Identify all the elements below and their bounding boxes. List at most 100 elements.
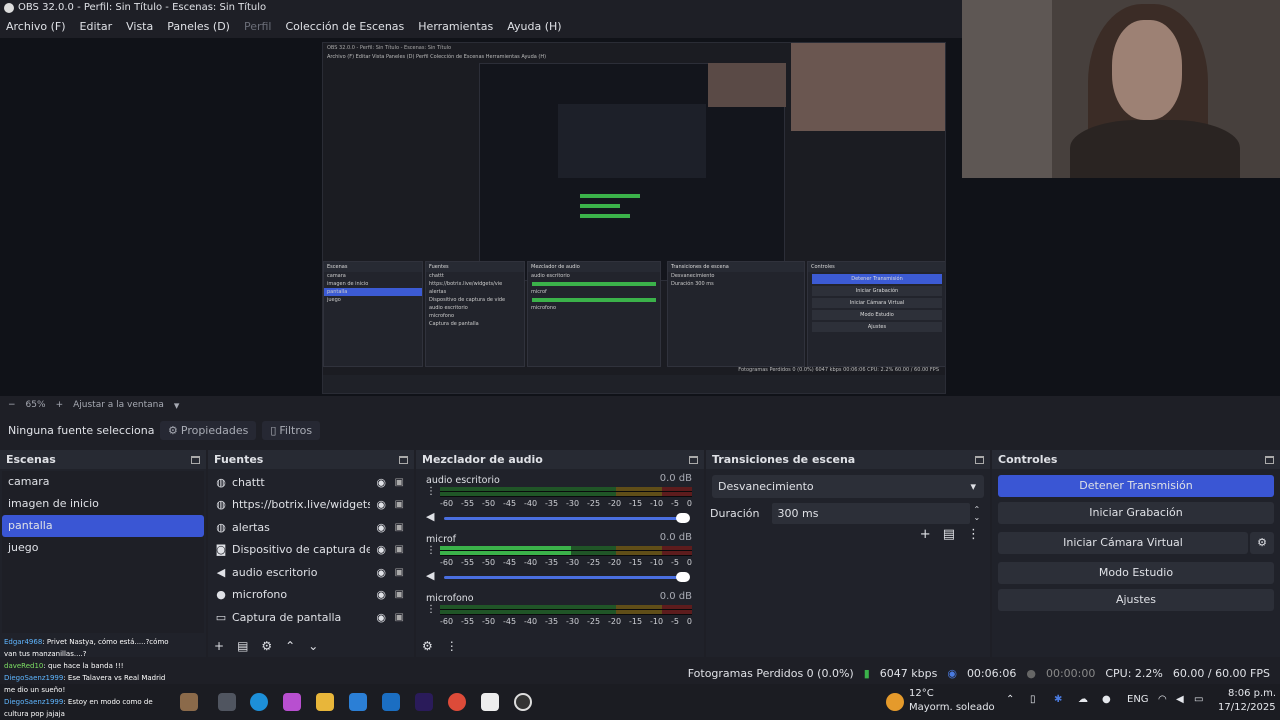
source-item-botrix[interactable]: ◍ https://botrix.live/widgets/view ◉ ▣ <box>210 494 412 517</box>
obs-icon[interactable] <box>514 693 532 711</box>
move-up-button[interactable]: ⌃ <box>285 639 295 653</box>
task-view-icon[interactable] <box>218 693 236 711</box>
lock-icon[interactable]: ▣ <box>395 499 404 510</box>
meter-tick: -55 <box>461 499 475 508</box>
menu-perfil[interactable]: Perfil <box>244 17 272 37</box>
spinner-icon[interactable]: ⌃ ⌄ <box>974 505 981 522</box>
mixer-footer: ⚙ ⋮ <box>422 639 458 653</box>
lock-icon[interactable]: ▣ <box>395 522 404 533</box>
wifi-icon[interactable]: ◠ <box>1158 694 1167 705</box>
menu-editar[interactable]: Editar <box>80 17 113 37</box>
source-item-captura-pantalla[interactable]: ▭ Captura de pantalla ◉ ▣ <box>210 606 412 629</box>
store-icon[interactable] <box>349 693 367 711</box>
source-item-alertas[interactable]: ◍ alertas ◉ ▣ <box>210 516 412 539</box>
bluetooth-icon[interactable]: ✱ <box>1054 694 1062 705</box>
volume-slider[interactable]: ◀ <box>426 510 690 524</box>
more-icon[interactable]: ⋮ <box>967 527 980 542</box>
stop-stream-button[interactable]: Detener Transmisión <box>998 475 1274 497</box>
transition-select[interactable]: Desvanecimiento ▾ <box>712 475 984 498</box>
usb-icon[interactable]: ▯ <box>1030 694 1036 705</box>
copilot-icon[interactable] <box>283 693 301 711</box>
scene-item-juego[interactable]: juego <box>2 537 204 559</box>
gear-icon[interactable]: ⚙ <box>261 639 272 653</box>
move-down-button[interactable]: ⌄ <box>308 639 318 653</box>
speaker-icon[interactable]: ◀ <box>426 510 434 523</box>
menu-herramientas[interactable]: Herramientas <box>418 17 493 37</box>
zoom-in-button[interactable]: + <box>56 400 64 410</box>
menu-vista[interactable]: Vista <box>126 17 153 37</box>
eye-icon[interactable]: ◉ <box>376 521 386 534</box>
widget-icon[interactable] <box>180 693 198 711</box>
start-recording-button[interactable]: Iniciar Grabación <box>998 502 1274 524</box>
clock-time[interactable]: 8:06 p.m. <box>1228 688 1276 699</box>
more-icon[interactable]: ⋮ <box>426 487 436 497</box>
add-transition-button[interactable]: + <box>920 527 931 542</box>
lock-icon[interactable]: ▣ <box>395 567 404 578</box>
scene-item-camara[interactable]: camara <box>2 471 204 493</box>
scene-item-pantalla[interactable]: pantalla <box>2 515 204 537</box>
eye-icon[interactable]: ◉ <box>376 498 386 511</box>
undock-icon[interactable] <box>689 455 698 464</box>
clock-date[interactable]: 17/12/2025 <box>1218 702 1276 713</box>
transitions-dock: Transiciones de escena Desvanecimiento ▾… <box>706 450 990 657</box>
add-source-button[interactable]: + <box>214 639 224 653</box>
undock-icon[interactable] <box>191 455 200 464</box>
menu-coleccion-escenas[interactable]: Colección de Escenas <box>286 17 405 37</box>
source-item-audio-escritorio[interactable]: ◀ audio escritorio ◉ ▣ <box>210 561 412 584</box>
eye-icon[interactable]: ◉ <box>376 476 386 489</box>
eye-icon[interactable]: ◉ <box>376 611 386 624</box>
settings-button[interactable]: Ajustes <box>998 589 1274 611</box>
undock-icon[interactable] <box>975 455 984 464</box>
chevron-up-icon[interactable]: ⌃ <box>1006 694 1014 705</box>
duration-field[interactable]: 300 ms <box>771 503 970 524</box>
gear-icon[interactable]: ⚙ <box>1250 532 1274 554</box>
undock-icon[interactable] <box>399 455 408 464</box>
file-explorer-icon[interactable] <box>316 693 334 711</box>
edge-icon[interactable] <box>250 693 268 711</box>
battery-icon[interactable]: ▭ <box>1194 694 1203 705</box>
source-item-capture-device[interactable]: ◙ Dispositivo de captura de video ◉ ▣ <box>210 539 412 562</box>
cloud-icon[interactable]: ☁ <box>1078 694 1088 705</box>
properties-button[interactable]: ⚙ Propiedades <box>160 421 257 440</box>
more-icon[interactable]: ⋮ <box>446 639 458 653</box>
zoom-out-button[interactable]: − <box>8 400 16 410</box>
more-icon[interactable]: ⋮ <box>426 546 436 556</box>
eye-icon[interactable]: ◉ <box>376 566 386 579</box>
lock-icon[interactable]: ▣ <box>395 544 404 555</box>
menu-paneles[interactable]: Paneles (D) <box>167 17 230 37</box>
microphone-icon[interactable]: ● <box>1102 694 1111 705</box>
lock-icon[interactable]: ▣ <box>395 612 404 623</box>
chrome-icon[interactable] <box>448 693 466 711</box>
lock-icon[interactable]: ▣ <box>395 477 404 488</box>
lock-icon[interactable]: ▣ <box>395 589 404 600</box>
filters-button[interactable]: ▯ Filtros <box>262 421 321 440</box>
menu-archivo[interactable]: Archivo (F) <box>6 17 66 37</box>
premiere-icon[interactable] <box>415 693 433 711</box>
start-virtual-camera-button[interactable]: Iniciar Cámara Virtual <box>998 532 1248 554</box>
undock-icon[interactable] <box>1265 455 1274 464</box>
menu-ayuda[interactable]: Ayuda (H) <box>507 17 561 37</box>
obs-window: OBS 32.0.0 - Perfil: Sin Título - Escena… <box>0 0 1280 720</box>
trash-icon[interactable]: ▤ <box>237 639 248 653</box>
language-indicator[interactable]: ENG <box>1127 694 1149 705</box>
scene-item-imagen-de-inicio[interactable]: imagen de inicio <box>2 493 204 515</box>
outlook-icon[interactable] <box>382 693 400 711</box>
source-item-chattt[interactable]: ◍ chattt ◉ ▣ <box>210 471 412 494</box>
source-item-microfono[interactable]: ● microfono ◉ ▣ <box>210 584 412 607</box>
eye-icon[interactable]: ◉ <box>376 543 386 556</box>
zoom-dropdown-icon[interactable]: ▾ <box>174 399 180 412</box>
slider-knob[interactable] <box>676 572 690 582</box>
speaker-icon[interactable]: ◀ <box>426 569 434 582</box>
more-icon[interactable]: ⋮ <box>426 605 436 615</box>
gear-icon[interactable]: ⚙ <box>422 639 433 653</box>
studio-mode-button[interactable]: Modo Estudio <box>998 562 1274 584</box>
volume-slider[interactable]: ◀ <box>426 569 690 583</box>
sources-footer: + ▤ ⚙ ⌃ ⌄ <box>214 639 318 653</box>
capcut-icon[interactable] <box>481 693 499 711</box>
slider-knob[interactable] <box>676 513 690 523</box>
fit-to-window-button[interactable]: Ajustar a la ventana <box>73 400 164 410</box>
eye-icon[interactable]: ◉ <box>376 588 386 601</box>
trash-icon[interactable]: ▤ <box>943 527 955 542</box>
volume-icon[interactable]: ◀ <box>1176 694 1184 705</box>
chat-message: DiegoSaenz1999: Estoy en modo como de cu… <box>4 698 153 718</box>
